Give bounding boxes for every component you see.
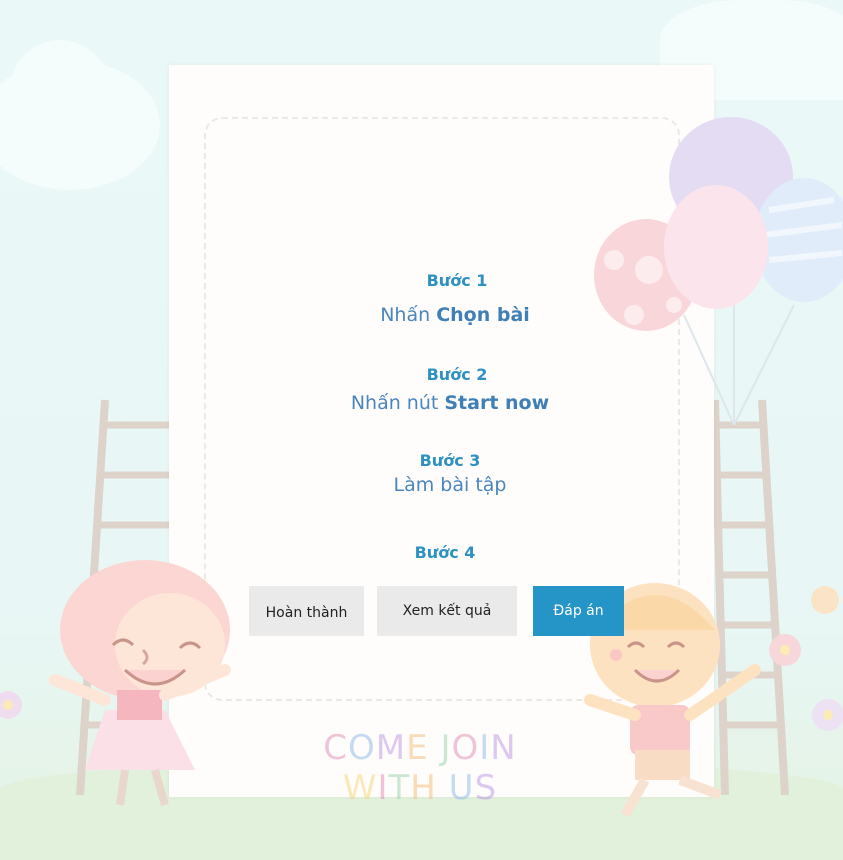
step-1-text: Nhấn Chọn bài bbox=[255, 304, 655, 326]
step-1-prefix: Nhấn bbox=[380, 304, 437, 326]
step-2-prefix: Nhấn nút bbox=[350, 392, 445, 414]
step-1-title: Bước 1 bbox=[426, 271, 488, 290]
step-1-bold: Chọn bài bbox=[436, 304, 530, 326]
cloud-left-top bbox=[10, 40, 110, 140]
girl-icon bbox=[49, 560, 231, 807]
step-4-title: Bước 4 bbox=[414, 543, 476, 562]
step-3-title: Bước 3 bbox=[419, 451, 481, 470]
balloons-icon bbox=[594, 117, 843, 426]
step-3-text: Làm bài tập bbox=[250, 474, 650, 496]
come-join-with-us-logo: COME JOIN WITH US bbox=[323, 728, 517, 808]
step-2-title: Bước 2 bbox=[426, 365, 488, 384]
answer-button[interactable]: Đáp án bbox=[533, 586, 624, 636]
view-result-button[interactable]: Xem kết quả bbox=[377, 586, 517, 636]
step-3-prefix: Làm bài tập bbox=[393, 474, 507, 496]
step-2-bold: Start now bbox=[444, 392, 550, 414]
step-2-text: Nhấn nút Start now bbox=[250, 392, 650, 414]
finish-button[interactable]: Hoàn thành bbox=[249, 586, 364, 636]
